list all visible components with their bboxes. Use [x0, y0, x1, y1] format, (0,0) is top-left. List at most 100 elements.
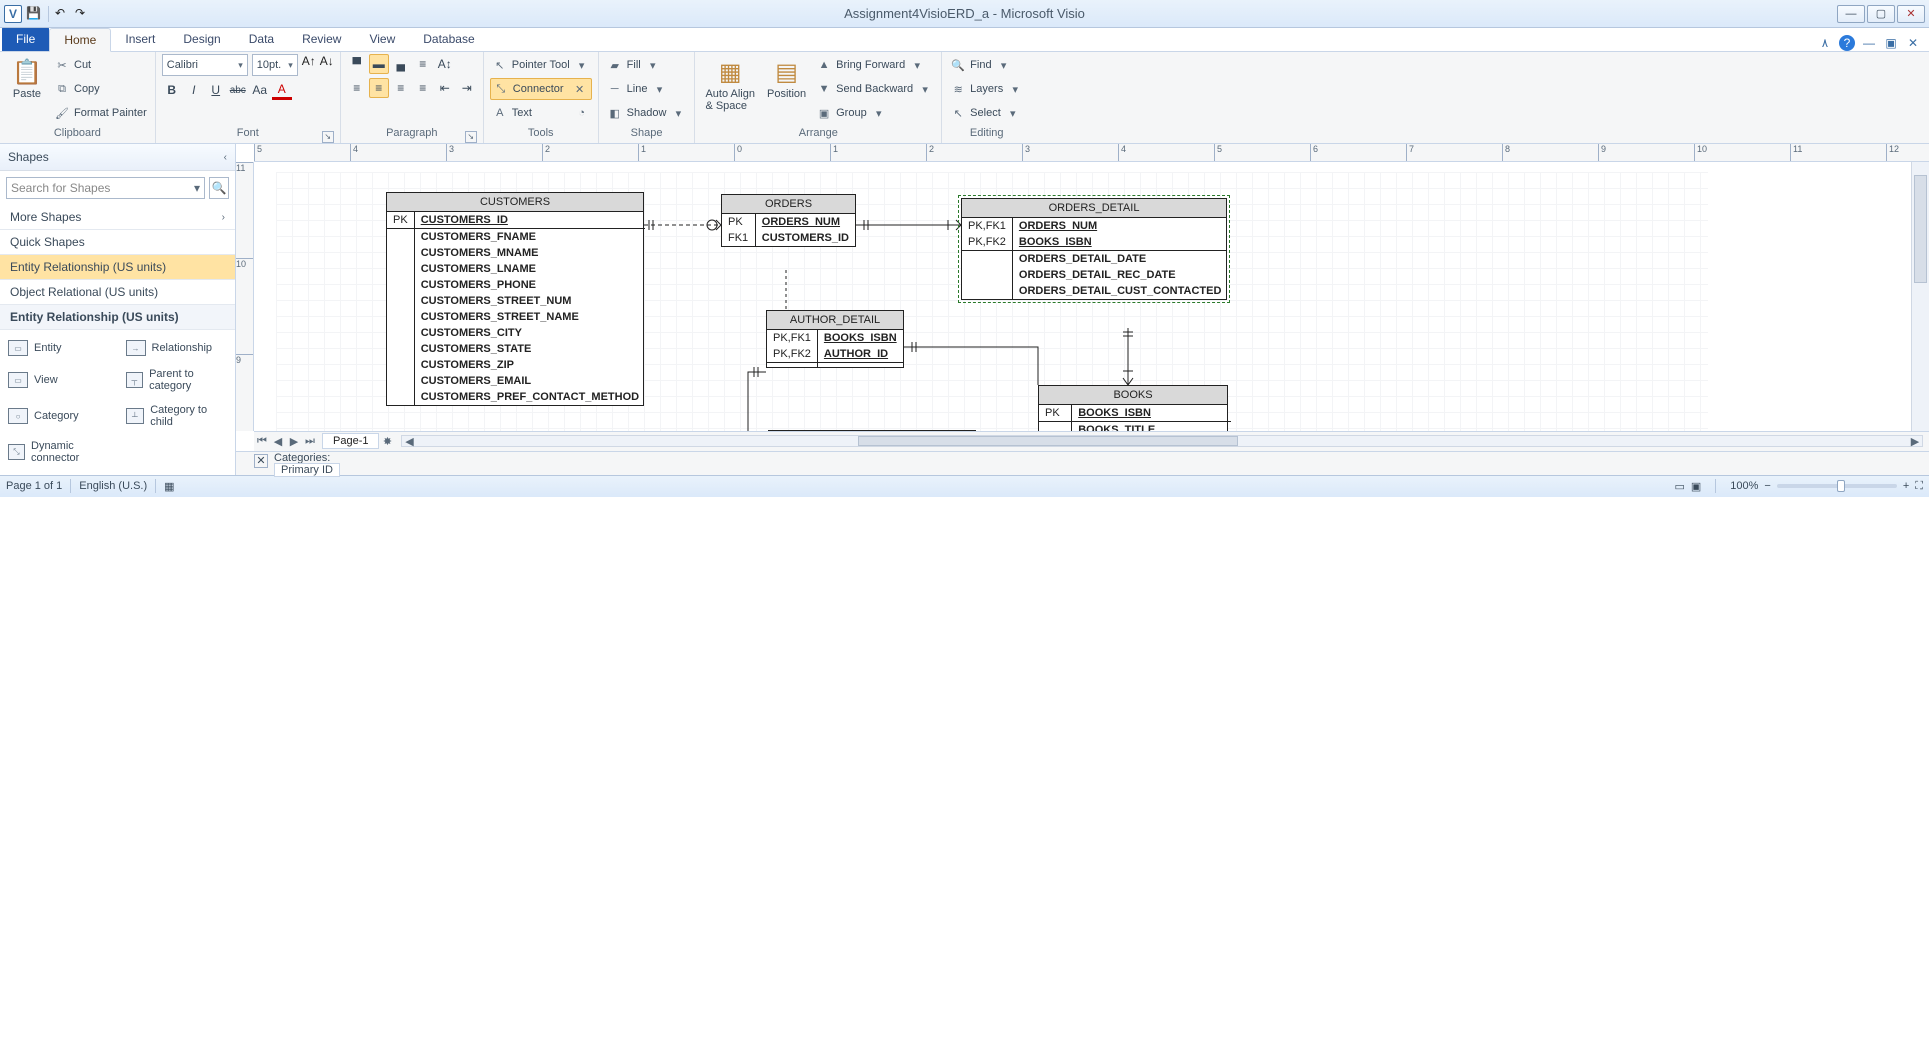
- bullets-button[interactable]: ≡: [413, 54, 433, 74]
- entity-books[interactable]: BOOKSPKBOOKS_ISBNBOOKS_TITLEBOOKS_PRICEB…: [1038, 385, 1228, 431]
- shapes-header[interactable]: Shapes‹: [0, 144, 235, 171]
- drawing-page[interactable]: CUSTOMERSPKCUSTOMERS_IDCUSTOMERS_FNAMECU…: [276, 172, 1708, 431]
- first-page-button[interactable]: ⏮: [254, 435, 270, 448]
- doc-minimize-icon[interactable]: —: [1861, 35, 1877, 51]
- close-categories-button[interactable]: ✕: [254, 454, 268, 468]
- connector-tool-button[interactable]: ⤡Connector✕: [490, 78, 592, 100]
- font-size-combo[interactable]: 10pt.▾: [252, 54, 298, 76]
- doc-close-icon[interactable]: ✕: [1905, 35, 1921, 51]
- text-direction-button[interactable]: A↕: [435, 54, 455, 74]
- app-icon[interactable]: V: [4, 5, 22, 23]
- chevron-left-icon[interactable]: ‹: [224, 152, 227, 163]
- tab-database[interactable]: Database: [409, 27, 488, 51]
- find-button[interactable]: 🔍Find▾: [948, 54, 1025, 76]
- strike-button[interactable]: abc: [228, 80, 248, 100]
- select-button[interactable]: ↖Select▾: [948, 102, 1025, 124]
- quick-shapes-button[interactable]: Quick Shapes: [0, 230, 235, 255]
- entity-author_detail[interactable]: AUTHOR_DETAILPK,FK1BOOKS_ISBNPK,FK2AUTHO…: [766, 310, 904, 368]
- save-icon[interactable]: 💾: [26, 6, 42, 22]
- bold-button[interactable]: B: [162, 80, 182, 100]
- help-icon[interactable]: ?: [1839, 35, 1855, 51]
- tab-insert[interactable]: Insert: [111, 27, 169, 51]
- layers-button[interactable]: ≋Layers▾: [948, 78, 1025, 100]
- redo-icon[interactable]: ↷: [75, 6, 91, 22]
- page-tab[interactable]: Page-1: [322, 433, 379, 449]
- increase-indent-button[interactable]: ⇥: [457, 78, 477, 98]
- tab-file[interactable]: File: [2, 27, 49, 51]
- entity-publisher[interactable]: PUBLISHERPKPUBLISHER_IDPUBLISHER_FNAMEPU…: [768, 430, 976, 431]
- more-shapes-button[interactable]: More Shapes›: [0, 205, 235, 230]
- paste-button[interactable]: 📋 Paste: [6, 54, 48, 102]
- align-bottom-button[interactable]: ▄: [391, 54, 411, 74]
- tab-data[interactable]: Data: [235, 27, 288, 51]
- align-middle-button[interactable]: ▬: [369, 54, 389, 74]
- close-icon[interactable]: ✕: [572, 81, 588, 97]
- minimize-button[interactable]: —: [1837, 5, 1865, 23]
- line-button[interactable]: ─Line▾: [605, 78, 689, 100]
- tab-design[interactable]: Design: [169, 27, 234, 51]
- search-go-button[interactable]: 🔍: [209, 177, 229, 199]
- zoom-level[interactable]: 100%: [1730, 480, 1758, 492]
- fit-page-button[interactable]: ▣: [1691, 480, 1701, 493]
- presentation-mode-button[interactable]: ▭: [1674, 480, 1684, 493]
- page-indicator[interactable]: Page 1 of 1: [6, 480, 62, 492]
- font-color-button[interactable]: A: [272, 80, 292, 100]
- close-button[interactable]: ✕: [1897, 5, 1925, 23]
- pointer-tool-button[interactable]: ↖Pointer Tool▾: [490, 54, 592, 76]
- shape-view[interactable]: ▭View: [0, 362, 118, 398]
- fit-window-button[interactable]: ⛶: [1915, 480, 1923, 493]
- entity-orders[interactable]: ORDERSPKORDERS_NUMFK1CUSTOMERS_ID: [721, 194, 856, 247]
- shape-dynamic-connector[interactable]: ⤡Dynamic connector: [0, 434, 118, 470]
- shape-entity[interactable]: ▭Entity: [0, 334, 118, 362]
- copy-button[interactable]: ⧉Copy: [52, 78, 149, 100]
- text-tool-button[interactable]: AText◔: [490, 102, 592, 124]
- shape-relationship[interactable]: →Relationship: [118, 334, 236, 362]
- new-page-button[interactable]: ✸: [379, 435, 395, 448]
- shape-category[interactable]: ○Category: [0, 398, 118, 434]
- grow-font-icon[interactable]: A↑: [302, 54, 316, 76]
- case-button[interactable]: Aa: [250, 80, 270, 100]
- vertical-scrollbar[interactable]: [1911, 162, 1929, 431]
- shadow-button[interactable]: ◧Shadow▾: [605, 102, 689, 124]
- drawing-canvas[interactable]: CUSTOMERSPKCUSTOMERS_IDCUSTOMERS_FNAMECU…: [254, 162, 1911, 431]
- tab-home[interactable]: Home: [49, 28, 111, 52]
- group-button[interactable]: ▣Group▾: [814, 102, 935, 124]
- shapes-flyout-icon[interactable]: ◔: [574, 105, 590, 121]
- send-backward-button[interactable]: ▼Send Backward▾: [814, 78, 935, 100]
- align-center-button[interactable]: ≡: [369, 78, 389, 98]
- align-top-button[interactable]: ▀: [347, 54, 367, 74]
- position-button[interactable]: ▤Position: [763, 54, 810, 102]
- next-page-button[interactable]: ▶: [286, 435, 302, 448]
- tab-view[interactable]: View: [355, 27, 409, 51]
- zoom-slider[interactable]: [1777, 484, 1897, 488]
- tab-review[interactable]: Review: [288, 27, 355, 51]
- maximize-button[interactable]: ▢: [1867, 5, 1895, 23]
- font-family-combo[interactable]: Calibri▾: [162, 54, 248, 76]
- dialog-launcher-icon[interactable]: ↘: [322, 131, 334, 143]
- auto-align-button[interactable]: ▦Auto Align & Space: [701, 54, 759, 114]
- zoom-in-button[interactable]: +: [1903, 480, 1909, 492]
- stencil-er-button[interactable]: Entity Relationship (US units): [0, 255, 235, 280]
- doc-restore-icon[interactable]: ▣: [1883, 35, 1899, 51]
- fill-button[interactable]: ▰Fill▾: [605, 54, 689, 76]
- shape-parent-category[interactable]: ┬Parent to category: [118, 362, 236, 398]
- entity-customers[interactable]: CUSTOMERSPKCUSTOMERS_IDCUSTOMERS_FNAMECU…: [386, 192, 644, 406]
- format-painter-button[interactable]: 🖌Format Painter: [52, 102, 149, 124]
- horizontal-scrollbar[interactable]: ◀▶: [401, 435, 1923, 447]
- align-left-button[interactable]: ≡: [347, 78, 367, 98]
- align-right-button[interactable]: ≡: [391, 78, 411, 98]
- prev-page-button[interactable]: ◀: [270, 435, 286, 448]
- entity-orders_detail[interactable]: ORDERS_DETAILPK,FK1ORDERS_NUMPK,FK2BOOKS…: [961, 198, 1227, 300]
- dialog-launcher-icon[interactable]: ↘: [465, 131, 477, 143]
- zoom-out-button[interactable]: −: [1764, 480, 1770, 492]
- shape-category-child[interactable]: ┴Category to child: [118, 398, 236, 434]
- justify-button[interactable]: ≡: [413, 78, 433, 98]
- cut-button[interactable]: ✂Cut: [52, 54, 149, 76]
- search-shapes-input[interactable]: Search for Shapes▾: [6, 177, 205, 199]
- macro-icon[interactable]: ▦: [164, 480, 174, 493]
- ribbon-minimize-icon[interactable]: ۸: [1817, 35, 1833, 51]
- language-indicator[interactable]: English (U.S.): [79, 480, 147, 492]
- bring-forward-button[interactable]: ▲Bring Forward▾: [814, 54, 935, 76]
- undo-icon[interactable]: ↶: [55, 6, 71, 22]
- stencil-or-button[interactable]: Object Relational (US units): [0, 280, 235, 305]
